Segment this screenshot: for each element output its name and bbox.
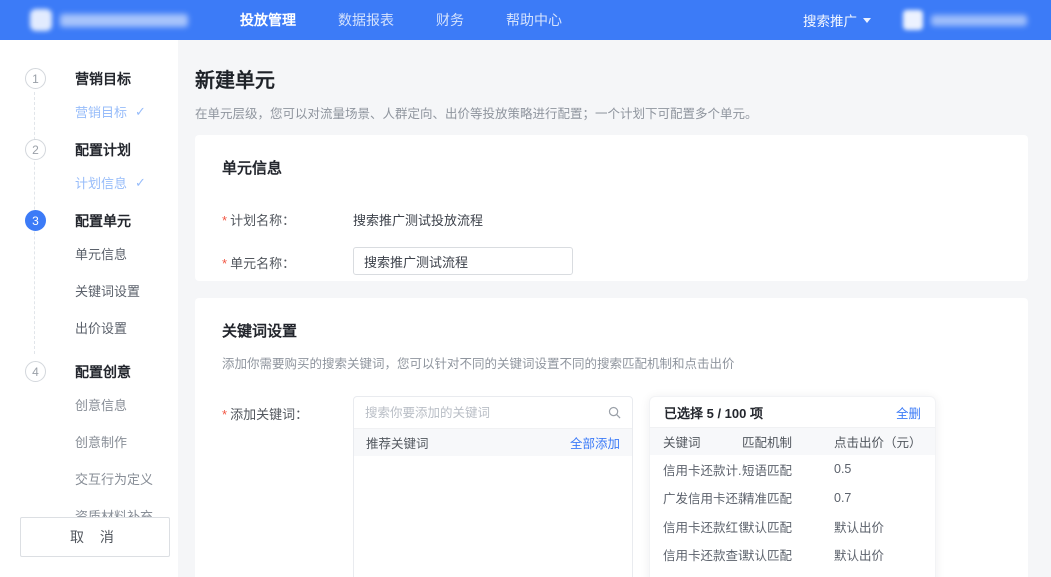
steps-sidebar: 1 营销目标 营销目标 ✓ 2 配置计划 计划信息 ✓ 3 配置单元 单元信息 … xyxy=(0,40,178,577)
user-account[interactable] xyxy=(903,10,1027,30)
keyword-settings-subtitle: 添加你需要购买的搜索关键词，您可以针对不同的关键词设置不同的搜索匹配机制和点击出… xyxy=(222,353,1001,372)
keyword-table-header: 关键词 匹配机制 点击出价（元） xyxy=(650,428,935,455)
check-icon: ✓ xyxy=(135,175,146,191)
cell-match: 精准匹配 xyxy=(742,488,834,507)
search-icon xyxy=(608,406,621,419)
sidebar-item-bid-settings[interactable]: 出价设置 xyxy=(75,318,178,337)
sidebar-item-plan-info[interactable]: 计划信息 ✓ xyxy=(75,173,178,192)
keyword-search-input[interactable] xyxy=(365,406,608,420)
label-text: 添加关键词： xyxy=(230,407,308,422)
required-mark: * xyxy=(222,256,227,271)
step-1-label: 营销目标 xyxy=(75,69,131,89)
sidebar-item-interaction-definition[interactable]: 交互行为定义 xyxy=(75,469,178,488)
sub-label: 营销目标 xyxy=(75,102,127,121)
step-2-circle: 2 xyxy=(25,139,46,160)
cell-keyword: 信用卡还款计... xyxy=(650,460,742,479)
page-title: 新建单元 xyxy=(195,64,1028,93)
sub-label: 单元信息 xyxy=(75,244,127,263)
cell-match: 短语匹配 xyxy=(742,460,834,479)
username-redacted xyxy=(931,15,1027,26)
recommend-keywords-header: 推荐关键词 xyxy=(366,433,429,452)
selected-keywords-panel: 已选择 5 / 100 项 全删 关键词 匹配机制 点击出价（元） 信用卡还款计… xyxy=(649,396,936,577)
step-4-label: 配置创意 xyxy=(75,362,131,382)
product-switcher[interactable]: 搜索推广 xyxy=(803,10,871,30)
cell-match: 默认匹配 xyxy=(742,517,834,536)
delete-all-link[interactable]: 全删 xyxy=(896,403,921,422)
cell-bid: 0.7 xyxy=(834,491,935,505)
brand-logo xyxy=(30,9,230,31)
check-icon: ✓ xyxy=(135,104,146,120)
unit-name-label: *单元名称： xyxy=(222,247,353,272)
nav-item-delivery[interactable]: 投放管理 xyxy=(240,10,296,30)
col-keyword: 关键词 xyxy=(650,432,742,451)
sub-label: 创意信息 xyxy=(75,395,127,414)
keyword-settings-title: 关键词设置 xyxy=(222,320,1001,341)
top-navbar: 投放管理 数据报表 财务 帮助中心 搜索推广 xyxy=(0,0,1051,40)
nav-item-help[interactable]: 帮助中心 xyxy=(506,10,562,30)
table-row[interactable]: 广发信用卡还款 精准匹配 0.7 xyxy=(650,484,935,513)
plan-name-label: *计划名称： xyxy=(222,204,353,229)
cell-keyword: 信用卡还款红包 xyxy=(650,517,742,536)
unit-info-card: 单元信息 *计划名称： 搜索推广测试投放流程 *单元名称： xyxy=(195,135,1028,281)
cell-bid: 默认出价 xyxy=(834,517,935,536)
sub-label: 出价设置 xyxy=(75,318,127,337)
sidebar-item-marketing-goal[interactable]: 营销目标 ✓ xyxy=(75,102,178,121)
product-switcher-label: 搜索推广 xyxy=(803,10,857,30)
nav-item-reports[interactable]: 数据报表 xyxy=(338,10,394,30)
unit-name-input[interactable] xyxy=(353,247,573,275)
sub-label: 计划信息 xyxy=(75,173,127,192)
table-row[interactable]: 信用卡还款红包 默认匹配 默认出价 xyxy=(650,512,935,541)
col-bid: 点击出价（元） xyxy=(834,432,935,451)
keyword-settings-card: 关键词设置 添加你需要购买的搜索关键词，您可以针对不同的关键词设置不同的搜索匹配… xyxy=(195,298,1028,577)
sidebar-item-unit-info[interactable]: 单元信息 xyxy=(75,244,178,263)
page-subtitle: 在单元层级，您可以对流量场景、人群定向、出价等投放策略进行配置；一个计划下可配置… xyxy=(195,103,1028,122)
table-row[interactable]: 信用卡还款计... 短语匹配 0.5 xyxy=(650,455,935,484)
step-4: 4 配置创意 xyxy=(25,361,178,382)
sub-label: 关键词设置 xyxy=(75,281,140,300)
required-mark: * xyxy=(222,213,227,228)
step-3: 3 配置单元 xyxy=(25,210,178,231)
nav-item-finance[interactable]: 财务 xyxy=(436,10,464,30)
cell-bid: 默认出价 xyxy=(834,545,935,564)
step-3-circle: 3 xyxy=(25,210,46,231)
step-1: 1 营销目标 xyxy=(25,68,178,89)
cell-bid: 0.5 xyxy=(834,462,935,476)
main-content: 新建单元 在单元层级，您可以对流量场景、人群定向、出价等投放策略进行配置；一个计… xyxy=(178,40,1051,577)
logo-icon xyxy=(30,9,52,31)
required-mark: * xyxy=(222,407,227,422)
cell-match: 默认匹配 xyxy=(742,545,834,564)
label-text: 单元名称： xyxy=(230,256,295,271)
step-1-circle: 1 xyxy=(25,68,46,89)
cell-keyword: 广发信用卡还款 xyxy=(650,488,742,507)
sidebar-item-keyword-settings[interactable]: 关键词设置 xyxy=(75,281,178,300)
avatar xyxy=(903,10,923,30)
table-row[interactable]: 信用卡还款查询 默认匹配 默认出价 xyxy=(650,541,935,570)
main-nav: 投放管理 数据报表 财务 帮助中心 xyxy=(240,10,562,30)
label-text: 计划名称： xyxy=(230,213,295,228)
chevron-down-icon xyxy=(863,18,871,23)
unit-info-title: 单元信息 xyxy=(222,157,1001,178)
sub-label: 交互行为定义 xyxy=(75,469,153,488)
table-row[interactable]: 信用卡领取 默认匹配 默认出价 xyxy=(650,569,935,577)
recommended-keywords-panel: 推荐关键词 全部添加 xyxy=(353,396,633,577)
selected-count: 已选择 5 / 100 项 xyxy=(664,403,763,422)
col-match: 匹配机制 xyxy=(742,432,834,451)
plan-name-value: 搜索推广测试投放流程 xyxy=(353,204,483,229)
step-2: 2 配置计划 xyxy=(25,139,178,160)
step-2-label: 配置计划 xyxy=(75,140,131,160)
cell-keyword: 信用卡还款查询 xyxy=(650,545,742,564)
add-all-link[interactable]: 全部添加 xyxy=(570,433,620,452)
sidebar-item-creative-build[interactable]: 创意制作 xyxy=(75,432,178,451)
add-keywords-label: *添加关键词： xyxy=(222,396,353,423)
sub-label: 创意制作 xyxy=(75,432,127,451)
recommend-keywords-empty-list xyxy=(354,456,632,577)
step-3-label: 配置单元 xyxy=(75,211,131,231)
sidebar-item-creative-info[interactable]: 创意信息 xyxy=(75,395,178,414)
step-4-circle: 4 xyxy=(25,361,46,382)
logo-text-redacted xyxy=(60,14,188,27)
cancel-button[interactable]: 取 消 xyxy=(20,517,170,557)
